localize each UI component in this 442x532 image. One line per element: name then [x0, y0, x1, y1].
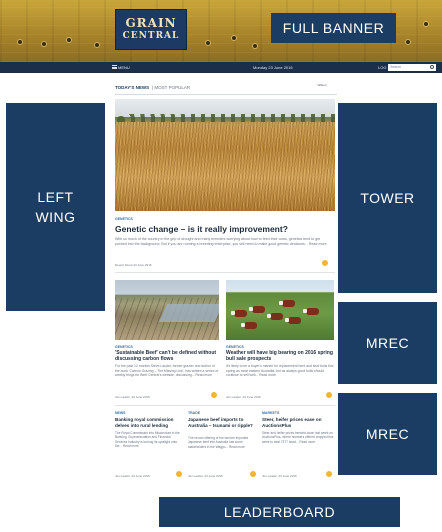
- logo-line2: CENTRAL: [122, 30, 180, 41]
- weather-widget[interactable]: Wilson: [316, 83, 328, 92]
- small-kicker-3: MARKETS: [262, 411, 280, 415]
- nav-bar: MENU Monday 23 June 2016 LOG Search: [0, 62, 442, 73]
- mid-title-1[interactable]: 'Sustainable Beef' can't be defined with…: [115, 350, 219, 362]
- hero-wheat-image[interactable]: [115, 99, 335, 211]
- mid-kicker-1: GENETICS: [115, 345, 133, 349]
- small-byline-1: Jon Lauder, 23 June 2016: [115, 474, 150, 478]
- leaderboard-ad[interactable]: LEADERBOARD: [159, 497, 400, 527]
- rivet-decoration: [406, 40, 410, 44]
- small-body-3: Steer and heifer prices trended down las…: [262, 431, 334, 444]
- mid-kicker-2: GENETICS: [226, 345, 244, 349]
- hero-byline: Report About 23 June 2016: [115, 263, 152, 267]
- cow-figure: [279, 300, 295, 307]
- search-placeholder: Search: [390, 65, 402, 69]
- rivet-decoration: [206, 41, 210, 45]
- mrec-ad-2[interactable]: MREC: [338, 393, 437, 475]
- small-body-2: The record offering of the last ten impo…: [188, 436, 249, 449]
- bookmark-icon[interactable]: [176, 471, 182, 477]
- rivet-decoration: [424, 22, 428, 26]
- rivet-decoration: [232, 36, 236, 40]
- mid-byline-1: Jon Lauder, 23 June 2016: [115, 395, 150, 399]
- rivet-decoration: [42, 42, 46, 46]
- water-patch: [158, 304, 219, 322]
- hero-title[interactable]: Genetic change – is it really improvemen…: [115, 224, 337, 234]
- logo-line1: GRAIN: [125, 15, 177, 30]
- cow-figure: [267, 313, 283, 320]
- mrec-ad-1[interactable]: MREC: [338, 302, 437, 384]
- rivet-decoration: [253, 44, 257, 48]
- small-byline-2: Jon Lauder, 23 June 2016: [188, 474, 223, 478]
- tree-line: [115, 114, 335, 122]
- divider: [115, 272, 335, 273]
- full-banner-ad[interactable]: FULL BANNER: [271, 13, 396, 43]
- cow-figure: [303, 308, 319, 315]
- small-title-3[interactable]: Steer, heifer prices ease on AuctionsPlu…: [262, 417, 334, 428]
- cow-figure: [285, 317, 301, 324]
- small-byline-3: Jon Lauder, 23 June 2016: [262, 474, 297, 478]
- cow-figure: [241, 322, 257, 329]
- cow-figure: [249, 306, 265, 313]
- mid-body-2: It's likely to be a buyer's market for r…: [226, 364, 334, 378]
- tower-ad[interactable]: TOWER: [338, 103, 437, 293]
- small-kicker-1: NEWS: [115, 411, 126, 415]
- left-wing-line2: WING: [35, 209, 76, 225]
- paddock-image[interactable]: [115, 280, 219, 340]
- rivet-decoration: [67, 38, 71, 42]
- small-title-2[interactable]: Japanese beef imports to Australia – tsu…: [188, 417, 256, 428]
- left-wing-ad[interactable]: LEFT WING: [6, 103, 105, 311]
- hero-kicker: GENETICS: [115, 217, 133, 221]
- bookmark-icon[interactable]: [211, 392, 217, 398]
- mid-body-1: For the past 12 months Steve Lauder, for…: [115, 364, 219, 378]
- menu-button[interactable]: MENU: [118, 65, 130, 70]
- cattle-image[interactable]: [226, 280, 334, 340]
- grain-central-logo[interactable]: GRAIN CENTRAL: [115, 9, 187, 50]
- small-body-1: The Royal Commission into Misconduct in …: [115, 431, 180, 448]
- divider: [115, 405, 335, 406]
- tab-todays-news[interactable]: TODAY'S NEWS: [115, 85, 149, 90]
- mid-title-2[interactable]: Weather will have big bearing on 2016 sp…: [226, 350, 334, 362]
- rivet-decoration: [95, 43, 99, 47]
- bookmark-icon[interactable]: [326, 392, 332, 398]
- mid-byline-2: Jon Lauder, 23 June 2016: [226, 395, 261, 399]
- search-input[interactable]: Search: [388, 64, 436, 71]
- bookmark-icon[interactable]: [322, 260, 328, 266]
- current-date: Monday 23 June 2016: [253, 65, 293, 70]
- tab-most-popular[interactable]: | MOST POPULAR: [152, 85, 190, 90]
- section-header: TODAY'S NEWS | MOST POPULAR Wilson: [115, 83, 337, 95]
- rivet-decoration: [18, 40, 22, 44]
- search-icon[interactable]: [430, 65, 434, 69]
- bookmark-icon[interactable]: [326, 471, 332, 477]
- left-wing-line1: LEFT: [37, 189, 74, 205]
- small-title-1[interactable]: Banking royal commission delves into rur…: [115, 417, 181, 428]
- hamburger-icon[interactable]: [112, 65, 117, 69]
- cow-figure: [231, 310, 247, 317]
- small-kicker-2: TRADE: [188, 411, 201, 415]
- login-link[interactable]: LOG: [378, 65, 386, 70]
- bookmark-icon[interactable]: [250, 471, 256, 477]
- weather-label: Wilson: [317, 83, 327, 87]
- hero-body: With so much of the country in the grip …: [115, 237, 327, 246]
